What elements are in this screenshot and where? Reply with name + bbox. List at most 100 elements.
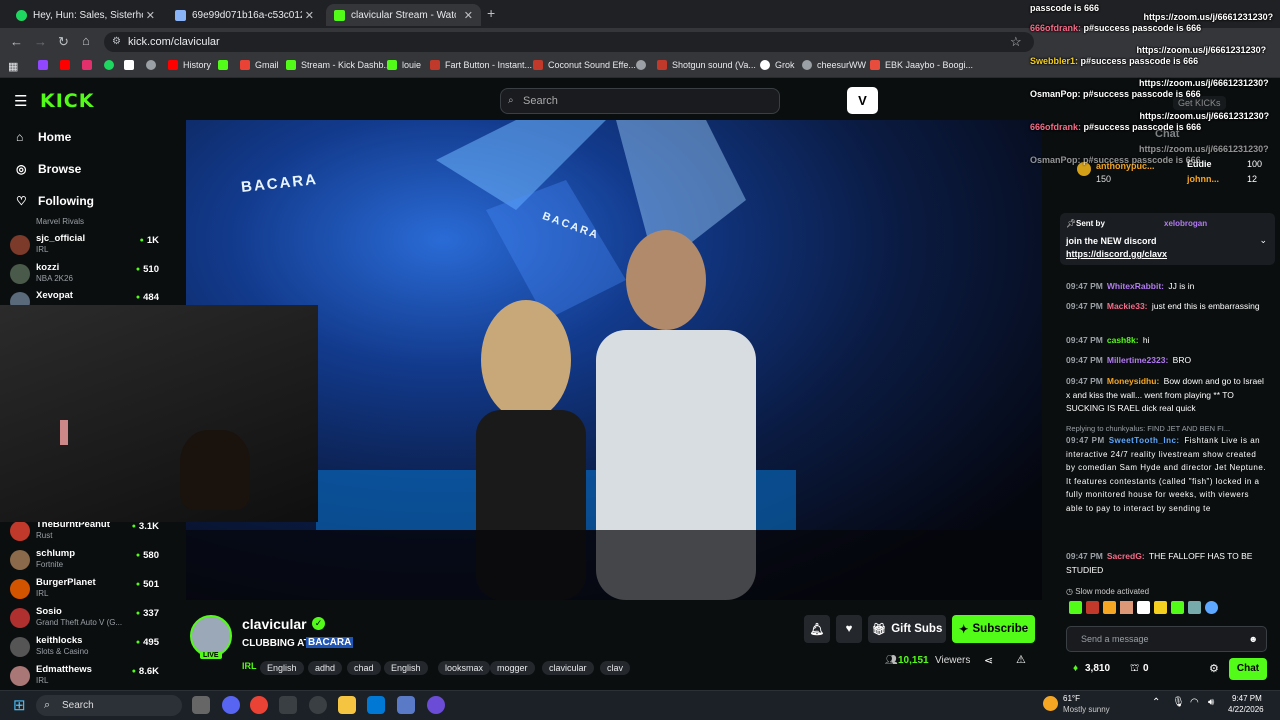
settings-gear-icon[interactable]: ⚙ [1209,662,1219,675]
message-user[interactable]: Mackie33: [1107,301,1148,311]
task-view-icon[interactable] [192,696,210,714]
bookmark-spotify[interactable] [104,60,119,70]
chat-input[interactable]: Send a message ☻ [1066,626,1267,652]
streamer-avatar[interactable] [190,615,232,657]
message-user[interactable]: Millertime2323: [1107,355,1168,365]
emote-icon[interactable] [1086,601,1099,614]
notification-bell-button[interactable]: 🔔︎ [804,615,830,643]
sidebar-channel[interactable]: TheBurntPeanut Rust 3.1K [10,519,165,543]
discord-icon[interactable] [222,696,240,714]
extension-logo-icon[interactable]: V [847,87,878,114]
taskbar-search[interactable]: ⌕ Search [36,695,182,716]
message-user[interactable]: SweetTooth_Inc: [1109,436,1180,445]
bookmark-grok[interactable]: Grok [760,60,795,70]
stream-tag[interactable]: looksmax [438,661,491,675]
emote-icon[interactable] [1120,601,1133,614]
mic-icon[interactable]: 🎙︎ [1172,697,1185,708]
stream-tag[interactable]: English [260,661,304,675]
address-input[interactable]: ⚙ kick.com/clavicular [104,32,1034,52]
send-chat-button[interactable]: Chat [1229,658,1267,680]
tab-document[interactable]: 69e99d071b16a-c53c01214925 ✕ [167,4,322,26]
back-icon[interactable]: ← [10,34,23,49]
close-icon[interactable]: ✕ [305,9,314,22]
stream-tag[interactable]: mogger [490,661,535,675]
report-icon[interactable]: ⚠ [1016,653,1026,666]
emote-icon[interactable] [1205,601,1218,614]
sidebar-channel[interactable]: sjc_official IRL 1K [10,233,165,257]
chevron-up-icon[interactable]: ⌃ [1152,697,1160,708]
file-explorer-icon[interactable] [338,696,356,714]
sidebar-channel[interactable]: kozzi NBA 2K26 510 [10,262,165,286]
settings-app-icon[interactable] [279,696,297,714]
emote-icon[interactable] [1103,601,1116,614]
reload-icon[interactable]: ↻ [58,34,69,50]
kick-logo[interactable]: KICK [40,90,94,112]
app-icon[interactable] [427,696,445,714]
bookmark-globe[interactable] [146,60,161,70]
app-icon[interactable] [397,696,415,714]
bookmark-louie[interactable]: louie [387,60,421,70]
emote-icon[interactable] [1154,601,1167,614]
emote-icon[interactable] [1171,601,1184,614]
stream-category[interactable]: IRL [242,661,257,671]
share-icon[interactable]: ⋖ [984,654,993,667]
bookmark-globe-2[interactable] [636,60,651,70]
message-user[interactable]: WhitexRabbit: [1107,281,1164,291]
sidebar-channel[interactable]: keithlocks Slots & Casino 495 [10,635,165,659]
message-user[interactable]: cash8k: [1107,335,1139,345]
nav-browse[interactable]: ◎ Browse [16,162,81,176]
weather-desc[interactable]: Mostly sunny [1063,705,1110,714]
chevron-down-icon[interactable]: ⌄ [1259,235,1267,246]
sidebar-channel[interactable]: Edmatthews IRL 8.6K [10,664,165,688]
emote-icon[interactable] [1069,601,1082,614]
tab-spotify[interactable]: Hey, Hun: Sales, Sisterhood, Su ✕ [8,4,163,26]
bookmark-x[interactable] [124,60,139,70]
weather-sun-icon[interactable] [1043,696,1058,711]
sidebar-channel[interactable]: Sosio Grand Theft Auto V (G... 337 [10,606,165,630]
follow-button[interactable]: ♥ [836,615,862,643]
wifi-icon[interactable]: ◠ [1190,697,1199,708]
bookmark-fart-button[interactable]: Fart Button - Instant... [430,60,532,70]
sidebar-channel[interactable]: schlump Fortnite 580 [10,548,165,572]
bookmark-gmail[interactable]: Gmail [240,60,279,70]
bookmark-cheesur[interactable]: cheesurWW [802,60,866,70]
clock-time[interactable]: 9:47 PM [1232,694,1262,703]
emote-icon[interactable] [1188,601,1201,614]
bookmark-kick[interactable] [218,60,233,70]
message-user[interactable]: SacredG: [1107,551,1145,561]
store-icon[interactable] [367,696,385,714]
emoji-icon[interactable]: ☻ [1249,627,1258,651]
bookmark-coconut[interactable]: Coconut Sound Effe... [533,60,636,70]
stream-tag[interactable]: adhd [308,661,343,675]
obs-icon[interactable] [309,696,327,714]
clock-date[interactable]: 4/22/2026 [1228,705,1264,714]
gift-subs-button[interactable]: 🎁︎ Gift Subs [868,615,946,643]
bookmark-youtube[interactable] [60,60,75,70]
bookmark-instagram[interactable] [82,60,97,70]
windows-start-icon[interactable]: ⊞ [13,696,26,714]
apps-grid-icon[interactable]: ▦ [8,60,18,73]
bookmark-shotgun[interactable]: Shotgun sound (Va... [657,60,756,70]
subscribe-button[interactable]: ✦ Subscribe [952,615,1035,643]
bookmark-history[interactable]: History [168,60,211,70]
kicks-count[interactable]: 3,810 [1085,663,1110,674]
emote-bar[interactable] [1069,601,1269,617]
tab-active-kick[interactable]: clavicular Stream - Watch L ✕ [326,4,481,26]
sidebar-channel[interactable]: BurgerPlanet IRL 501 [10,577,165,601]
forward-icon[interactable]: → [34,34,47,49]
bookmark-twitch[interactable] [38,60,53,70]
home-icon[interactable]: ⌂ [82,33,90,48]
weather-temp[interactable]: 61°F [1063,694,1080,703]
bookmark-kick-dashboard[interactable]: Stream - Kick Dashb... [286,60,391,70]
bookmark-ebk[interactable]: EBK Jaaybo - Boogi... [870,60,973,70]
pinned-link[interactable]: https://discord.gg/clavx [1066,249,1167,259]
new-tab-icon[interactable]: + [487,5,495,21]
stream-tag[interactable]: English [384,661,428,675]
bookmark-star-icon[interactable]: ☆ [1010,34,1022,50]
menu-icon[interactable]: ☰ [14,92,27,110]
stream-tag[interactable]: chad [347,661,381,675]
streamer-name[interactable]: clavicular [242,616,307,632]
emote-icon[interactable] [1137,601,1150,614]
close-icon[interactable]: ✕ [464,9,473,22]
nav-home[interactable]: ⌂ Home [16,130,71,144]
